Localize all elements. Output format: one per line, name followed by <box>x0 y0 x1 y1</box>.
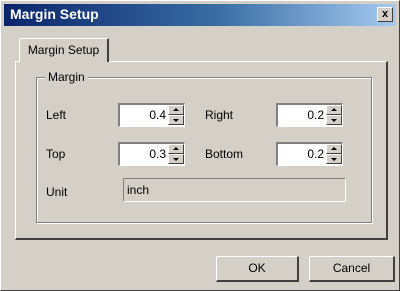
arrow-up-icon <box>173 147 179 150</box>
top-spin-arrows <box>168 144 184 164</box>
arrow-up-icon <box>331 147 337 150</box>
bottom-increment-button[interactable] <box>326 144 342 154</box>
left-spin-arrows <box>168 105 184 125</box>
top-increment-button[interactable] <box>168 144 184 154</box>
right-spin-arrows <box>326 105 342 125</box>
bottom-label: Bottom <box>205 147 244 161</box>
left-label: Left <box>46 108 67 122</box>
right-spinbox[interactable]: 0.2 <box>276 103 343 127</box>
unit-value: inch <box>127 183 150 197</box>
top-spinbox[interactable]: 0.3 <box>118 142 185 166</box>
bottom-spin-arrows <box>326 144 342 164</box>
top-label: Top <box>46 147 66 161</box>
arrow-down-icon <box>331 158 337 161</box>
unit-field: inch <box>123 178 346 202</box>
right-label: Right <box>205 108 234 122</box>
arrow-down-icon <box>173 158 179 161</box>
tab-panel: Margin Left 0.4 Right 0.2 Top 0.3 Bottom… <box>15 61 388 240</box>
bottom-value[interactable]: 0.2 <box>280 147 324 161</box>
tab-label: Margin Setup <box>27 43 100 57</box>
arrow-up-icon <box>331 108 337 111</box>
unit-label: Unit <box>46 185 68 199</box>
margin-group-title: Margin <box>45 70 88 84</box>
left-increment-button[interactable] <box>168 105 184 115</box>
right-decrement-button[interactable] <box>326 115 342 125</box>
title-bar[interactable]: Margin Setup x <box>4 4 396 26</box>
margin-groupbox: Margin Left 0.4 Right 0.2 Top 0.3 Bottom… <box>36 70 372 223</box>
right-increment-button[interactable] <box>326 105 342 115</box>
bottom-spinbox[interactable]: 0.2 <box>276 142 343 166</box>
arrow-up-icon <box>173 108 179 111</box>
bottom-decrement-button[interactable] <box>326 154 342 164</box>
margin-setup-dialog: Margin Setup x Margin Setup Margin Left … <box>0 0 400 291</box>
close-button[interactable]: x <box>377 7 393 22</box>
window-title: Margin Setup <box>10 6 99 22</box>
close-icon: x <box>381 8 389 20</box>
left-value[interactable]: 0.4 <box>122 108 166 122</box>
top-decrement-button[interactable] <box>168 154 184 164</box>
right-value[interactable]: 0.2 <box>280 108 324 122</box>
left-spinbox[interactable]: 0.4 <box>118 103 185 127</box>
ok-button[interactable]: OK <box>216 256 299 282</box>
top-value[interactable]: 0.3 <box>122 147 166 161</box>
tab-margin-setup[interactable]: Margin Setup <box>19 38 109 62</box>
arrow-down-icon <box>173 119 179 122</box>
arrow-down-icon <box>331 119 337 122</box>
left-decrement-button[interactable] <box>168 115 184 125</box>
cancel-button[interactable]: Cancel <box>309 256 395 282</box>
